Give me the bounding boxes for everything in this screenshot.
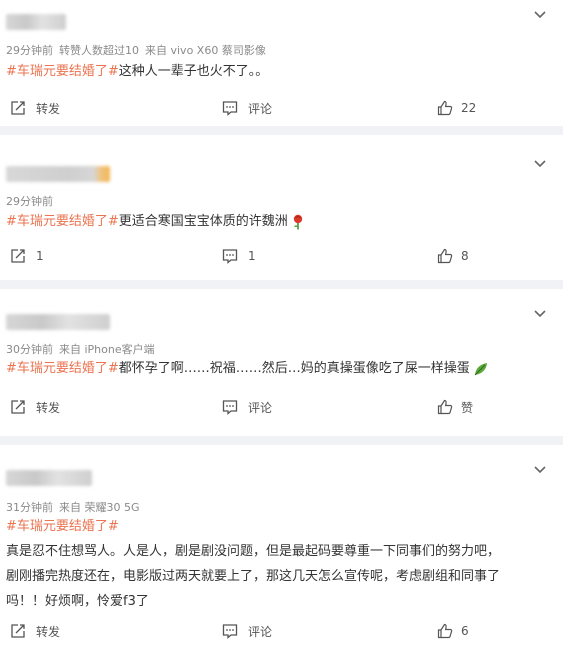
repost-count-note: 转赞人数超过10 xyxy=(59,44,139,57)
post-body-line: 剧刚播完热度还在，电影版过两天就要上了，那这几天怎么宣传呢，考虑剧组和同事了 xyxy=(6,569,501,584)
like-button[interactable]: 赞 xyxy=(437,397,473,417)
chevron-down-icon[interactable] xyxy=(533,462,547,476)
thumbs-up-icon xyxy=(437,623,453,639)
chevron-down-icon[interactable] xyxy=(533,306,547,320)
post-meta: 31分钟前 来自 荣耀30 5G xyxy=(6,499,146,515)
post-meta: 29分钟前 xyxy=(6,193,59,209)
like-count: 22 xyxy=(461,101,477,115)
post-body: 这种人一辈子也火不了。。 xyxy=(118,64,269,79)
comment-card: 31分钟前 来自 荣耀30 5G #车瑞元要结婚了# 真是忍不住想骂人。人是人，剧… xyxy=(0,445,563,654)
like-count: 6 xyxy=(461,624,469,638)
topic-tag[interactable]: #车瑞元要结婚了# xyxy=(6,64,119,79)
rose-icon xyxy=(293,214,303,229)
leaf-icon xyxy=(474,362,487,375)
thumbs-up-icon xyxy=(437,248,453,264)
post-text: #车瑞元要结婚了#这种人一辈子也火不了。。 xyxy=(6,59,549,84)
comment-label: 评论 xyxy=(248,400,273,415)
share-icon xyxy=(11,400,25,414)
post-time: 29分钟前 xyxy=(6,44,53,57)
username-blurred[interactable] xyxy=(6,470,92,486)
topic-tag[interactable]: #车瑞元要结婚了# xyxy=(6,214,119,229)
action-bar: 转发 评论 赞 xyxy=(0,397,563,417)
post-source[interactable]: 来自 荣耀30 5G xyxy=(59,501,140,514)
post-time: 29分钟前 xyxy=(6,195,53,208)
post-text: #车瑞元要结婚了#都怀孕了啊……祝福……然后…妈的真操蛋像吃了屎一样操蛋 xyxy=(6,356,549,381)
post-source[interactable]: 来自 vivo X60 蔡司影像 xyxy=(145,44,266,57)
comment-icon xyxy=(222,400,238,415)
share-icon xyxy=(11,249,25,263)
thumbs-up-icon xyxy=(437,100,453,116)
share-label: 转发 xyxy=(36,624,61,639)
username-blurred[interactable] xyxy=(6,166,110,182)
post-time: 30分钟前 xyxy=(6,343,53,356)
like-button[interactable]: 8 xyxy=(437,246,469,266)
action-bar: 转发 评论 6 xyxy=(0,621,563,641)
share-label: 转发 xyxy=(36,400,61,415)
share-icon xyxy=(11,101,25,115)
comment-icon xyxy=(222,249,238,264)
like-button[interactable]: 22 xyxy=(437,98,476,118)
comment-count: 1 xyxy=(248,249,256,263)
post-source[interactable]: 来自 iPhone客户端 xyxy=(59,343,155,356)
post-body: 都怀孕了啊……祝福……然后…妈的真操蛋像吃了屎一样操蛋 xyxy=(118,361,470,376)
share-button[interactable]: 转发 xyxy=(10,98,60,118)
comment-label: 评论 xyxy=(248,101,273,116)
chevron-down-icon[interactable] xyxy=(533,7,547,21)
like-button[interactable]: 6 xyxy=(437,621,469,641)
comment-button[interactable]: 评论 xyxy=(222,621,272,641)
section-divider xyxy=(0,436,563,445)
comment-card: 30分钟前 来自 iPhone客户端 #车瑞元要结婚了#都怀孕了啊……祝福……然后… xyxy=(0,289,563,436)
comment-button[interactable]: 1 xyxy=(222,246,256,266)
comment-label: 评论 xyxy=(248,624,273,639)
share-icon xyxy=(11,624,25,638)
section-divider xyxy=(0,280,563,289)
post-text: #车瑞元要结婚了# 真是忍不住想骂人。人是人，剧是剧没问题，但是最起码要尊重一下… xyxy=(6,514,549,614)
like-label: 赞 xyxy=(461,400,474,415)
comment-button[interactable]: 评论 xyxy=(222,98,272,118)
post-body-line: 真是忍不住想骂人。人是人，剧是剧没问题，但是最起码要尊重一下同事们的努力吧， xyxy=(6,544,501,559)
comment-icon xyxy=(222,101,238,116)
post-body-line: 吗！！好烦啊，怜爱f3了 xyxy=(6,594,149,609)
comment-icon xyxy=(222,624,238,639)
comment-card: 29分钟前 转赞人数超过10 来自 vivo X60 蔡司影像 #车瑞元要结婚了#这… xyxy=(0,0,563,126)
comment-button[interactable]: 评论 xyxy=(222,397,272,417)
like-count: 8 xyxy=(461,249,469,263)
post-time: 31分钟前 xyxy=(6,501,53,514)
post-body: 更适合寒国宝宝体质的许魏洲 xyxy=(118,214,288,229)
topic-tag[interactable]: #车瑞元要结婚了# xyxy=(6,519,119,534)
post-meta: 30分钟前 来自 iPhone客户端 xyxy=(6,341,161,357)
share-button[interactable]: 转发 xyxy=(10,397,60,417)
share-count: 1 xyxy=(36,249,44,263)
username-blurred[interactable] xyxy=(6,314,110,330)
section-divider xyxy=(0,126,563,135)
chevron-down-icon[interactable] xyxy=(533,156,547,170)
action-bar: 转发 评论 22 xyxy=(0,98,563,118)
post-meta: 29分钟前 转赞人数超过10 来自 vivo X60 蔡司影像 xyxy=(6,42,272,58)
topic-tag[interactable]: #车瑞元要结婚了# xyxy=(6,361,119,376)
share-button[interactable]: 1 xyxy=(10,246,44,266)
post-text: #车瑞元要结婚了#更适合寒国宝宝体质的许魏洲 xyxy=(6,209,549,234)
thumbs-up-icon xyxy=(437,399,453,415)
action-bar: 1 1 8 xyxy=(0,246,563,266)
share-button[interactable]: 转发 xyxy=(10,621,60,641)
username-blurred[interactable] xyxy=(6,14,66,30)
share-label: 转发 xyxy=(36,101,61,116)
comment-card: 29分钟前 #车瑞元要结婚了#更适合寒国宝宝体质的许魏洲 1 1 8 xyxy=(0,135,563,280)
